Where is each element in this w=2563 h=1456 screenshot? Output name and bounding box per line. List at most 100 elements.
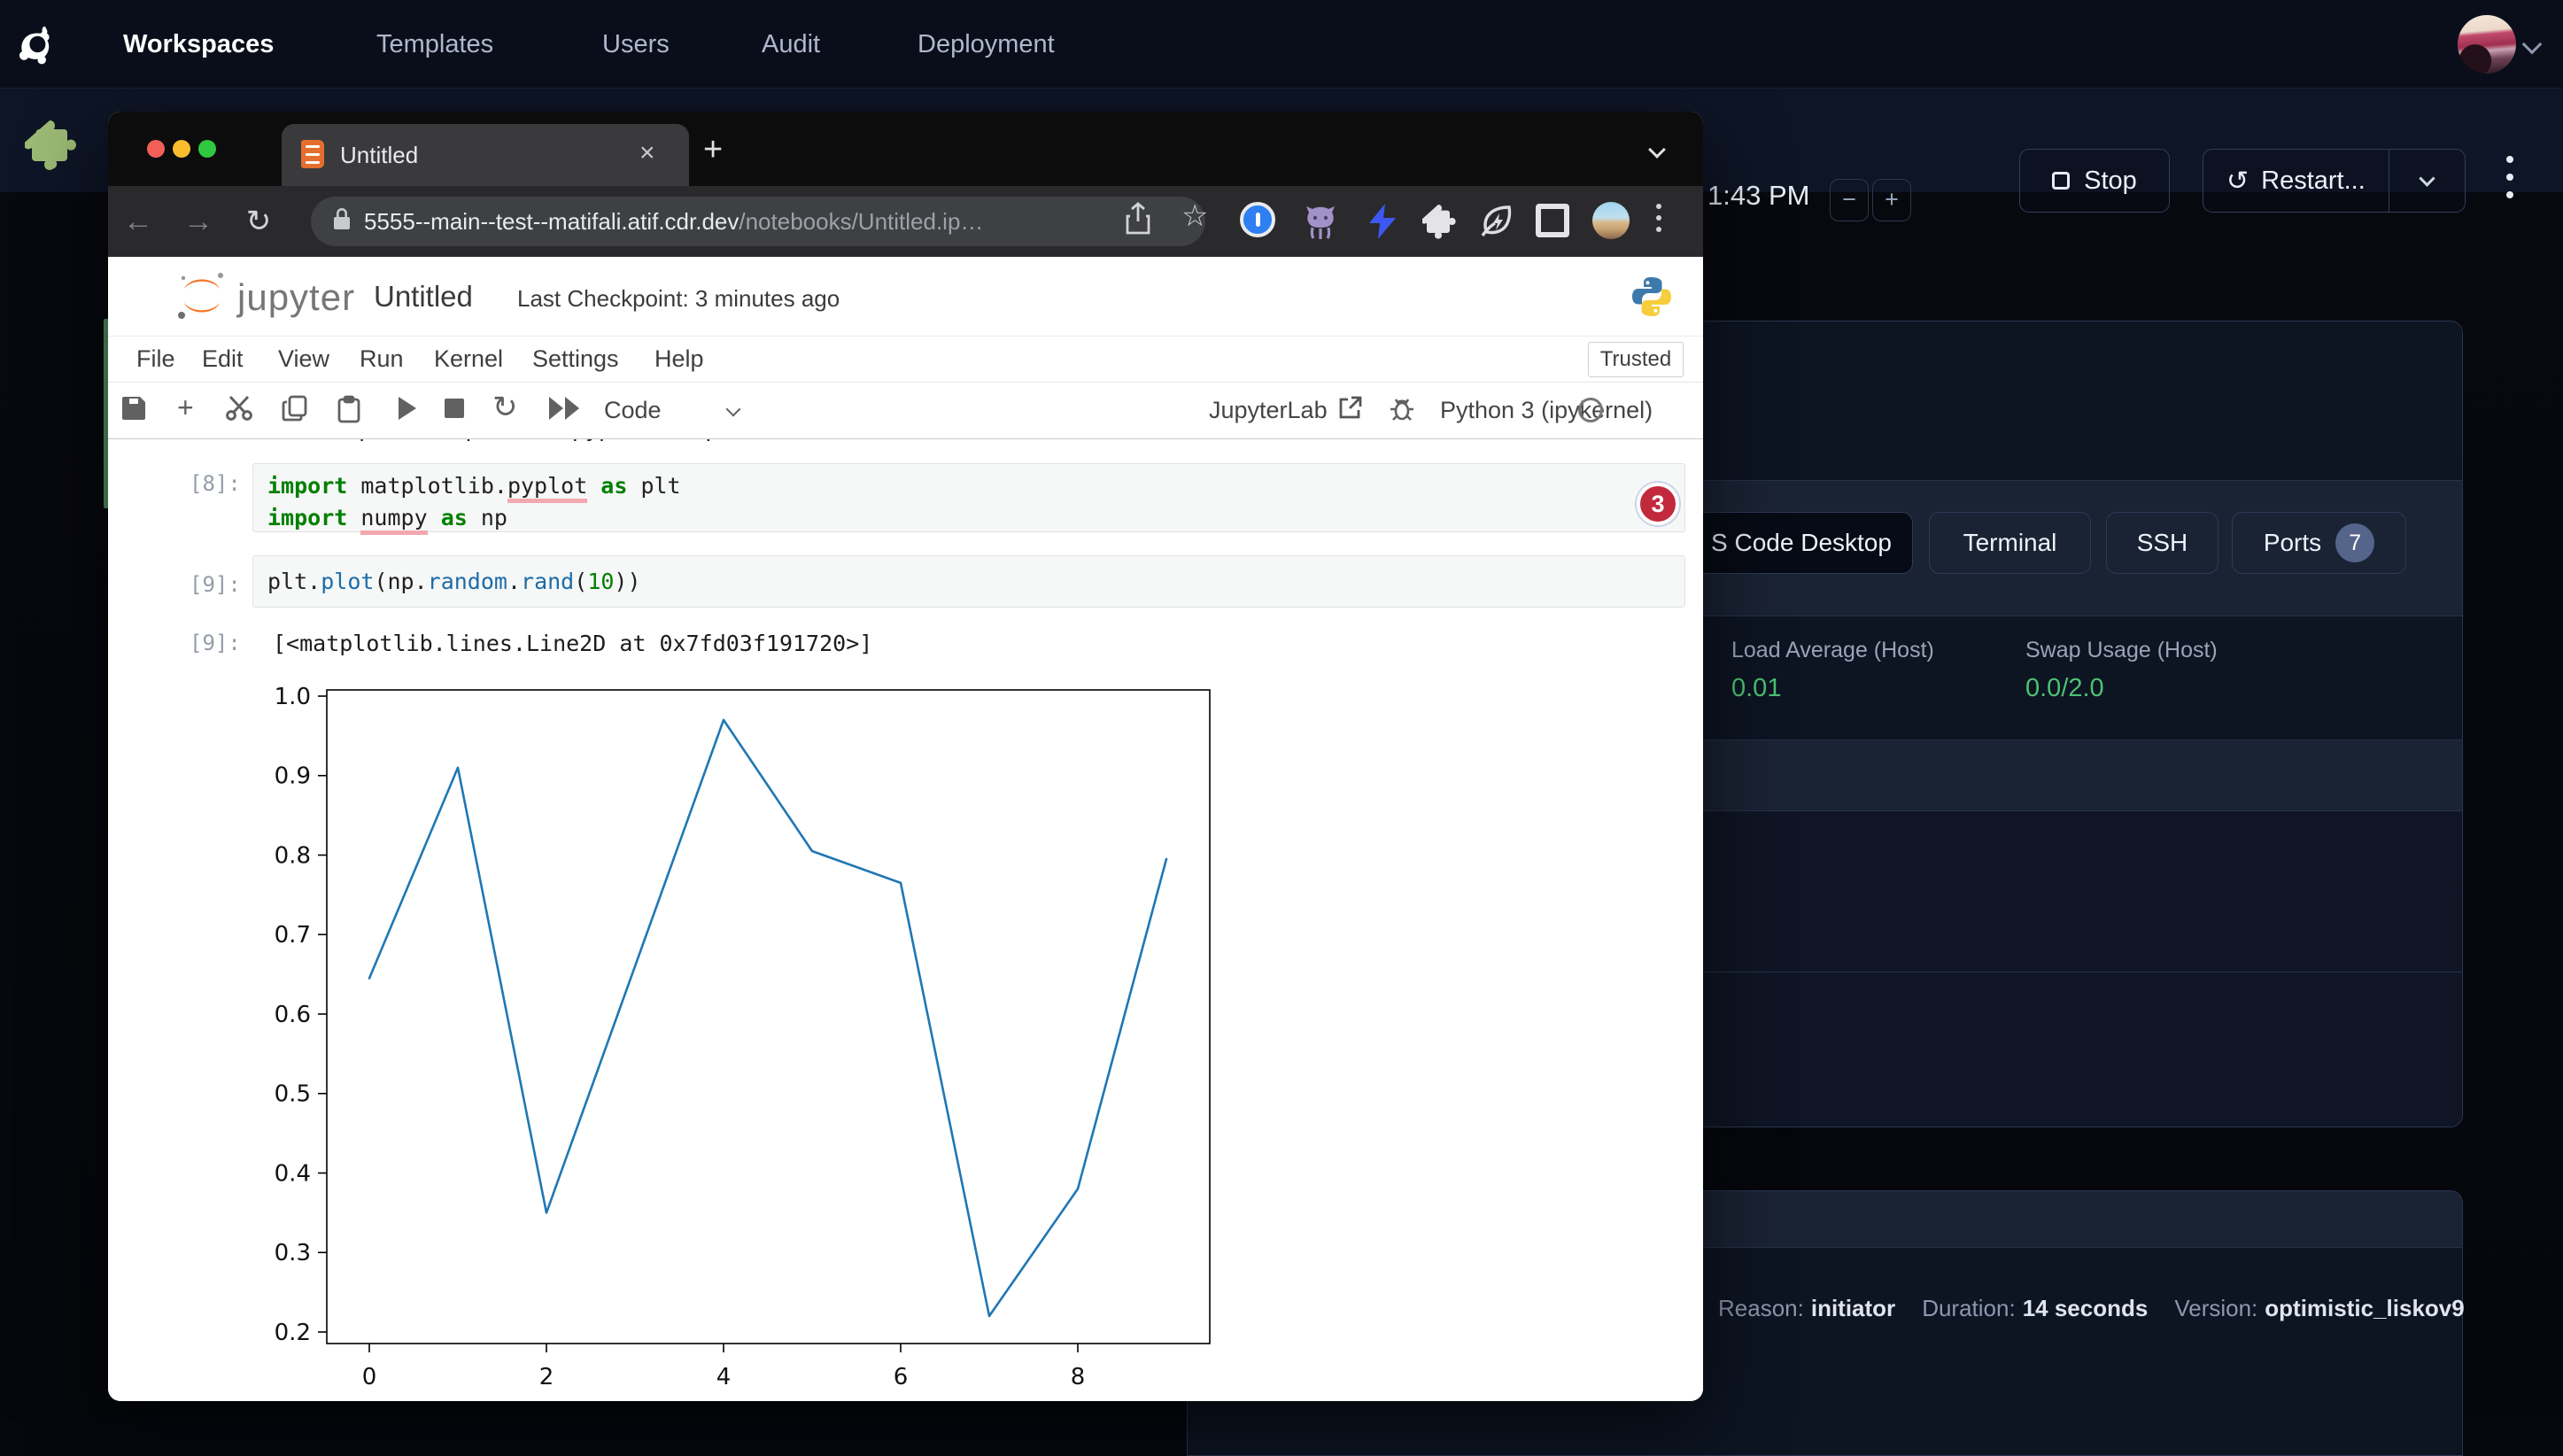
output-text: [<matplotlib.lines.Line2D at 0x7fd03f191… — [273, 631, 872, 656]
kernel-status-icon — [1578, 398, 1603, 422]
stat-load-average-value: 0.01 — [1731, 674, 1934, 703]
top-navbar: Workspaces Templates Users Audit Deploym… — [0, 0, 2563, 89]
restart-run-all-icon[interactable] — [547, 395, 581, 426]
tab-code-desktop[interactable]: S Code Desktop — [1690, 512, 1913, 574]
nav-item-workspaces[interactable]: Workspaces — [123, 0, 274, 89]
jupyter-header: jupyter Untitled Last Checkpoint: 3 minu… — [108, 257, 1703, 337]
browser-tabstrip: Untitled × + — [108, 112, 1703, 186]
svg-text:8: 8 — [1071, 1364, 1086, 1390]
stat-load-average-label: Load Average (Host) — [1731, 638, 1934, 663]
menu-settings[interactable]: Settings — [532, 345, 619, 373]
stat-swap-usage: Swap Usage (Host) 0.0/2.0 — [2025, 638, 2218, 703]
url-text: 5555--main--test--matifali.atif.cdr.dev/… — [364, 208, 983, 236]
notebook-title[interactable]: Untitled — [374, 280, 473, 314]
github-cat-extension-icon[interactable] — [1302, 202, 1339, 245]
menu-help[interactable]: Help — [654, 345, 704, 373]
interrupt-kernel-icon[interactable] — [445, 399, 464, 418]
jupyter-brand-text: jupyter — [237, 276, 355, 319]
nav-item-deployment[interactable]: Deployment — [918, 0, 1055, 89]
cell-type-chevron-icon[interactable] — [726, 402, 741, 417]
code-cell-8[interactable]: import matplotlib.pyplot as plt import n… — [252, 463, 1685, 532]
menu-edit[interactable]: Edit — [202, 345, 244, 373]
puzzle-app-icon — [25, 117, 89, 180]
tab-close-icon[interactable]: × — [639, 138, 655, 168]
nav-item-templates[interactable]: Templates — [376, 0, 493, 89]
energy-leaf-extension-icon[interactable] — [1479, 202, 1516, 244]
onepassword-extension-icon[interactable] — [1240, 202, 1275, 237]
code-line: plt.plot(np.random.rand(10)) — [267, 566, 1684, 598]
user-menu-chevron-icon[interactable] — [2522, 35, 2543, 55]
share-icon[interactable] — [1125, 202, 1151, 240]
tab-terminal-label: Terminal — [1963, 529, 2057, 557]
jupyter-favicon-icon — [301, 140, 324, 168]
back-button[interactable]: ← — [108, 205, 168, 239]
browser-tab-untitled[interactable]: Untitled × — [282, 124, 689, 186]
restart-kernel-icon[interactable]: ↻ — [492, 390, 518, 425]
meta-reason: Reason:initiator — [1718, 1295, 1895, 1322]
workspace-menu-kebab[interactable] — [2506, 156, 2515, 209]
zoom-in-button[interactable]: + — [1872, 179, 1911, 221]
window-minimize-button[interactable] — [173, 140, 190, 158]
side-panel-icon[interactable] — [1536, 204, 1569, 237]
browser-menu-kebab[interactable] — [1656, 204, 1661, 232]
code-cell-9[interactable]: plt.plot(np.random.rand(10)) — [252, 555, 1685, 608]
reload-button[interactable]: ↻ — [228, 204, 289, 239]
run-cell-icon[interactable] — [395, 395, 418, 426]
tab-ssh[interactable]: SSH — [2106, 512, 2218, 574]
trusted-button[interactable]: Trusted — [1588, 342, 1684, 377]
stop-button-label: Stop — [2084, 167, 2137, 196]
menu-run[interactable]: Run — [360, 345, 404, 373]
extensions-puzzle-icon[interactable] — [1422, 202, 1460, 244]
cut-cell-icon[interactable] — [225, 395, 253, 426]
external-link-icon[interactable] — [1337, 396, 1362, 425]
tab-terminal[interactable]: Terminal — [1929, 512, 2091, 574]
cell-type-select[interactable]: Code — [604, 397, 662, 424]
address-bar[interactable]: 5555--main--test--matifali.atif.cdr.dev/… — [311, 197, 1205, 246]
clock-label: 1:43 PM — [1707, 180, 1809, 212]
stat-swap-usage-value: 0.0/2.0 — [2025, 674, 2218, 703]
svg-text:6: 6 — [894, 1364, 909, 1390]
notification-badge[interactable]: 3 — [1637, 483, 1679, 525]
meta-version-label: Version: — [2174, 1295, 2257, 1321]
meta-reason-label: Reason: — [1718, 1295, 1804, 1321]
browser-profile-avatar[interactable] — [1592, 202, 1630, 239]
bolt-extension-icon[interactable] — [1366, 202, 1399, 245]
tab-ports[interactable]: Ports 7 — [2232, 512, 2406, 574]
restart-options-button[interactable] — [2389, 150, 2465, 212]
window-maximize-button[interactable] — [198, 140, 216, 158]
stop-icon — [2052, 172, 2070, 190]
paste-cell-icon[interactable] — [337, 395, 361, 428]
restart-button-label: Restart... — [2261, 167, 2366, 196]
add-cell-icon[interactable]: + — [177, 391, 194, 424]
save-icon[interactable] — [120, 395, 147, 426]
lock-icon — [332, 208, 352, 236]
notebook-area: import matplotlib.pyplot as plt [8]: imp… — [108, 439, 1703, 1401]
jupyterlab-link[interactable]: JupyterLab — [1209, 397, 1328, 424]
new-tab-button[interactable]: + — [703, 131, 723, 169]
menu-view[interactable]: View — [278, 345, 329, 373]
nav-item-audit[interactable]: Audit — [762, 0, 820, 89]
menu-kernel[interactable]: Kernel — [434, 345, 503, 373]
clipped-code-fragment: import matplotlib.pyplot as plt — [332, 439, 1218, 449]
zoom-out-button[interactable]: − — [1830, 179, 1869, 221]
menu-file[interactable]: File — [136, 345, 175, 373]
forward-button[interactable]: → — [168, 205, 228, 239]
coder-logo[interactable] — [14, 21, 60, 67]
meta-duration: Duration:14 seconds — [1922, 1295, 2148, 1322]
browser-toolbar: ← → ↻ 5555--main--test--matifali.atif.cd… — [108, 186, 1703, 257]
svg-text:4: 4 — [716, 1364, 732, 1390]
stop-button[interactable]: Stop — [2019, 149, 2170, 213]
bookmark-star-icon[interactable]: ☆ — [1181, 198, 1208, 234]
kernel-name-label[interactable]: Python 3 (ipykernel) — [1440, 397, 1653, 424]
copy-cell-icon[interactable] — [282, 395, 308, 426]
code-line: import matplotlib.pyplot as plt — [267, 470, 1684, 502]
tab-ssh-label: SSH — [2137, 529, 2188, 557]
debugger-bug-icon[interactable] — [1389, 395, 1415, 426]
tab-search-chevron-icon[interactable] — [1648, 141, 1666, 159]
nav-item-users[interactable]: Users — [602, 0, 670, 89]
meta-version: Version:optimistic_liskov9 — [2174, 1295, 2464, 1322]
user-avatar[interactable] — [2458, 15, 2516, 74]
svg-text:0.5: 0.5 — [275, 1081, 311, 1108]
window-close-button[interactable] — [147, 140, 165, 158]
restart-button[interactable]: ↺ Restart... — [2203, 150, 2389, 212]
